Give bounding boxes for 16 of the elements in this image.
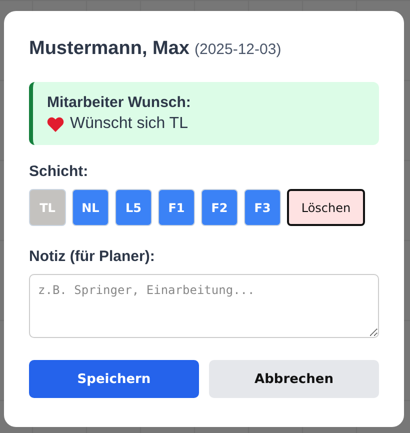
employee-name: Mustermann, Max bbox=[29, 38, 190, 60]
save-button[interactable]: Speichern bbox=[29, 360, 199, 398]
wish-title: Mitarbeiter Wunsch: bbox=[47, 94, 192, 111]
note-field[interactable]: z.B. Springer, Einarbeitung... bbox=[29, 274, 379, 338]
shift-label: Schicht: bbox=[29, 163, 90, 180]
shift-button[interactable]: F1 bbox=[158, 189, 195, 226]
cancel-button[interactable]: Abbrechen bbox=[209, 360, 379, 398]
shift-button[interactable]: F2 bbox=[201, 189, 238, 226]
shift-button[interactable]: L5 bbox=[115, 189, 152, 226]
shift-button[interactable]: F3 bbox=[244, 189, 281, 226]
heart-icon bbox=[47, 116, 64, 132]
delete-button[interactable]: Löschen bbox=[287, 189, 365, 226]
wish-text: Wünscht sich TL bbox=[70, 115, 188, 133]
shift-date: (2025-12-03) bbox=[194, 41, 282, 58]
note-label: Notiz (für Planer): bbox=[29, 248, 156, 265]
shift-button[interactable]: NL bbox=[72, 189, 109, 226]
